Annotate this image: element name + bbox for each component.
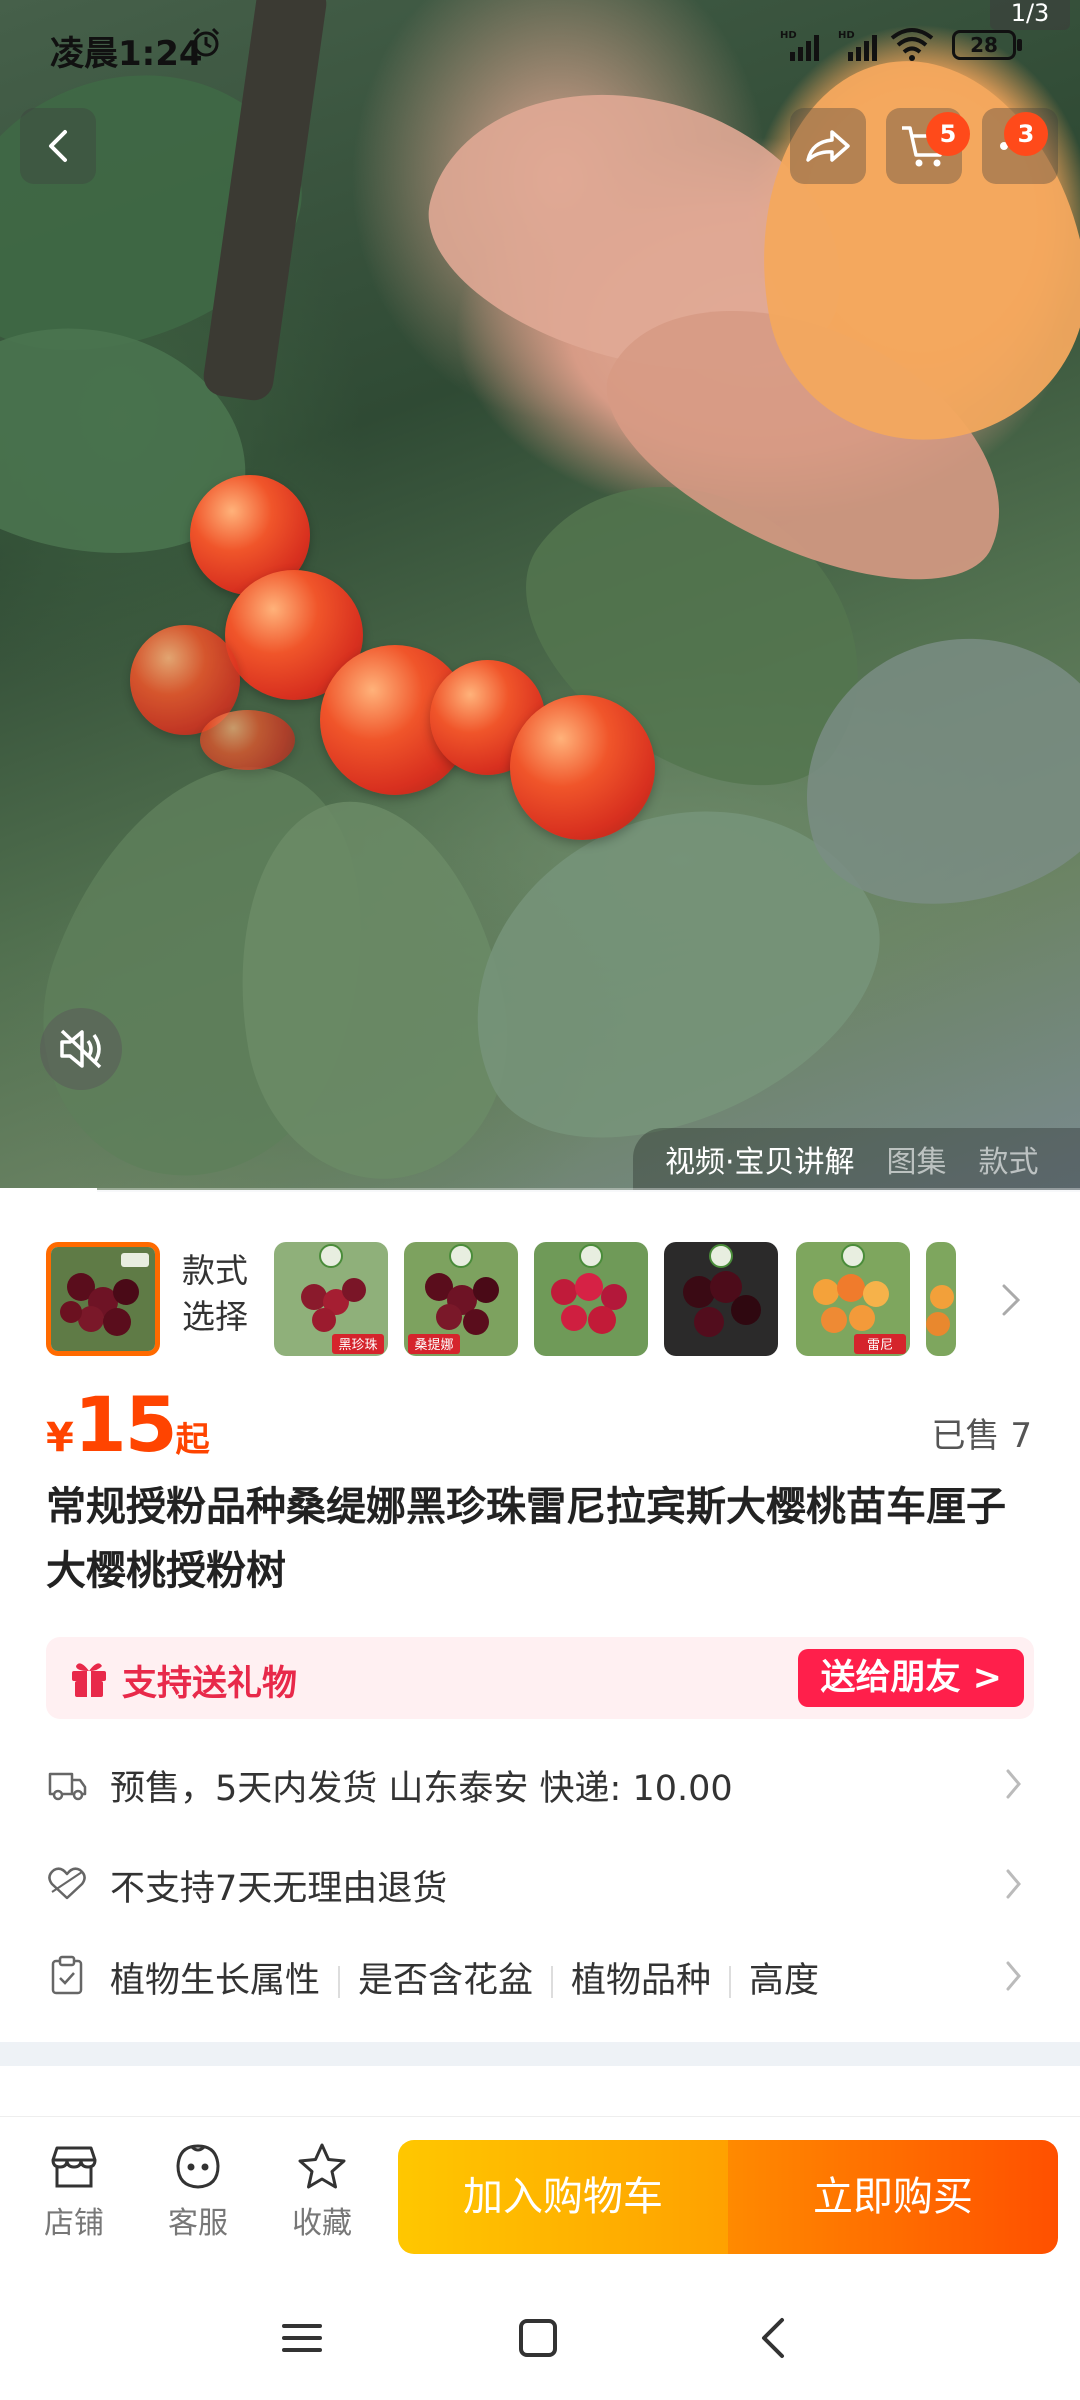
back-nav-icon[interactable] [752,2316,796,2360]
section-divider [0,2042,1080,2066]
svg-text:HD: HD [780,30,797,41]
price: ¥15起 [46,1380,210,1469]
favorite-label: 收藏 [292,2206,352,2241]
style-thumb[interactable]: 桑提娜 [404,1242,518,1356]
attribute-item: 高度 [749,1961,820,2001]
store-icon [51,2146,97,2188]
shop-label: 店铺 [44,2206,104,2241]
gift-banner[interactable]: 支持送礼物 送给朋友 > [46,1637,1034,1719]
home-icon[interactable] [516,2316,560,2360]
attribute-item: 植物生长属性 [110,1961,321,2001]
thumb-caption: 黑珍珠 [338,1338,377,1353]
customer-service-button[interactable]: 客服 [148,2140,248,2242]
gift-text: 支持送礼物 [122,1664,298,1704]
style-thumb[interactable]: 雷尼 [796,1242,910,1356]
price-suffix: 起 [175,1420,210,1460]
share-button[interactable] [790,108,866,184]
attribute-item: 是否含花盆 [358,1961,534,2001]
shipping-row[interactable]: 预售，5天内发货 山东泰安 快递: 10.00 [46,1748,1034,1818]
cart-badge: 5 [926,112,970,156]
returns-row[interactable]: 不支持7天无理由退货 [46,1848,1034,1918]
truck-icon [48,1772,87,1801]
next-section-peek [0,2066,1080,2116]
shop-button[interactable]: 店铺 [24,2140,124,2242]
returns-text: 不支持7天无理由退货 [110,1869,448,1909]
santina-cherry-image: 桑提娜 [404,1242,518,1356]
attribute-divider [551,1966,554,1998]
black-cherries-image [664,1242,778,1356]
thumb-caption: 雷尼 [867,1338,893,1353]
black-pearl-cherry-image: 黑珍珠 [274,1242,388,1356]
back-button[interactable] [20,108,96,184]
rainier-cherry-image: 雷尼 [796,1242,910,1356]
tab-video[interactable]: 视频·宝贝讲解 [665,1137,855,1181]
price-value: 15 [73,1380,178,1469]
battery-nub [1017,39,1022,51]
add-to-cart-button[interactable]: 加入购物车 [398,2140,728,2254]
shield-heart-icon [48,1867,86,1900]
product-title: 常规授粉品种桑缇娜黑珍珠雷尼拉宾斯大樱桃苗车厘子大樱桃授粉树 [46,1484,1006,1594]
cherry-shape [200,710,295,770]
svg-text:HD: HD [838,30,855,41]
status-bar: 凌晨1:24 HD HD 28 1/3 [0,0,1080,90]
star-icon [298,2143,346,2189]
chevron-right-icon [1006,1769,1021,1799]
clipboard-check-icon [51,1955,83,1995]
share-icon [806,130,850,162]
chevron-right-icon [1006,1961,1021,1991]
buy-now-button[interactable]: 立即购买 [728,2140,1058,2254]
favorite-button[interactable]: 收藏 [272,2140,372,2242]
service-label: 客服 [168,2206,228,2241]
tab-styles[interactable]: 款式 [979,1137,1039,1181]
wifi-icon [890,28,934,61]
cherry-image-partial [926,1242,956,1356]
thumb-caption: 桑提娜 [414,1337,453,1353]
attribute-divider [729,1966,732,1998]
dark-cherries-image [51,1247,155,1351]
chevron-right-icon[interactable] [996,1280,1024,1320]
sold-count: 已售 7 [931,1416,1032,1456]
style-thumb-selected[interactable] [46,1242,160,1356]
shipping-text: 预售，5天内发货 山东泰安 快递: 10.00 [110,1769,733,1809]
gift-icon [72,1663,106,1697]
chevron-left-icon [49,130,67,162]
mute-button[interactable] [40,1008,122,1090]
mute-icon [60,1029,102,1069]
media-tabs: 视频·宝贝讲解 图集 款式 [633,1128,1080,1190]
media-page-counter: 1/3 [990,0,1070,30]
chevron-right-icon [1006,1869,1021,1899]
red-cherries-image [534,1242,648,1356]
alarm-icon [192,27,220,57]
style-thumb[interactable] [534,1242,648,1356]
send-to-friend-button[interactable]: 送给朋友 > [798,1649,1024,1707]
attributes-list: 植物生长属性 是否含花盆 植物品种 高度 [110,1952,819,2003]
style-thumb[interactable] [664,1242,778,1356]
signal-icon: HD [780,30,819,61]
attribute-item: 植物品种 [571,1961,712,2001]
tab-gallery[interactable]: 图集 [887,1137,947,1181]
signal-icon-2: HD [838,30,877,61]
attribute-divider [338,1966,341,1998]
attributes-row[interactable]: 植物生长属性 是否含花盆 植物品种 高度 [46,1940,1034,2010]
currency-symbol: ¥ [46,1415,74,1461]
message-badge: 3 [1004,112,1048,156]
style-select-label[interactable]: 款式选择 [182,1248,262,1340]
battery-icon: 28 [952,30,1016,60]
menu-icon[interactable] [280,2316,324,2360]
status-time: 凌晨1:24 [50,34,203,74]
style-thumb[interactable]: 黑珍珠 [274,1242,388,1356]
cherry-shape [510,695,655,840]
service-face-icon [176,2144,220,2189]
style-thumb-partial[interactable] [926,1242,956,1356]
